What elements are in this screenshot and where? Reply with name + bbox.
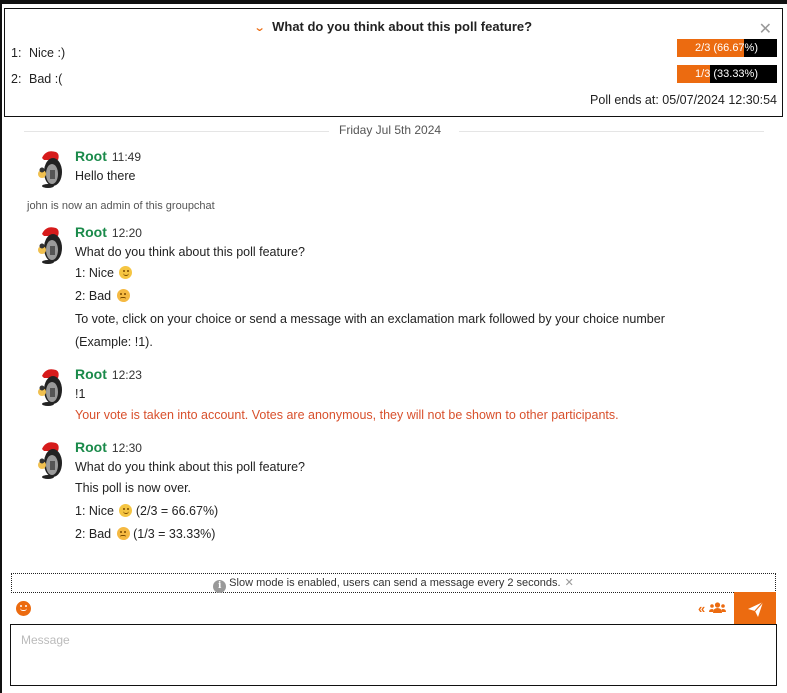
close-icon[interactable]: ✕: [759, 19, 772, 39]
poll-option-result: (2/3 = 66.67%): [135, 504, 219, 518]
poll-option-result: (1/3 = 33.33%): [133, 527, 216, 541]
message-text: 2: Bad (1/3 = 33.33%): [75, 523, 736, 546]
message-time: 12:30: [111, 441, 142, 455]
users-icon[interactable]: [708, 602, 726, 614]
chevron-down-icon[interactable]: ⌄: [254, 21, 266, 34]
message-text: 1: Nice (2/3 = 66.67%): [75, 500, 736, 523]
send-button[interactable]: [734, 592, 776, 624]
divider-line: [459, 131, 764, 132]
message-text: !1: [75, 387, 86, 401]
avatar[interactable]: [36, 148, 66, 188]
message-text: Hello there: [75, 169, 136, 183]
message-text: What do you think about this poll featur…: [75, 460, 306, 474]
message-author[interactable]: Root: [75, 224, 107, 240]
double-chevron-left-icon[interactable]: «: [698, 601, 705, 616]
poll-option-text: 1: Nice: [75, 266, 114, 280]
poll-result-label: 2/3 (66.67%): [695, 42, 758, 54]
close-icon[interactable]: ✕: [565, 577, 574, 589]
avatar[interactable]: [36, 224, 66, 264]
message-text: (Example: !1).: [75, 335, 153, 349]
message-text: What do you think about this poll featur…: [75, 245, 306, 259]
poll-header[interactable]: ⌄ What do you think about this poll featu…: [5, 19, 782, 34]
toolbar-icons: «: [698, 601, 726, 616]
window-top-border: [0, 0, 787, 4]
poll-option-text: 1: Nice: [75, 504, 114, 518]
poll-choice-label: Bad :(: [29, 72, 63, 86]
message-time: 11:49: [111, 150, 142, 164]
slightly-smiling-face-icon: [119, 504, 133, 517]
paper-plane-icon: [748, 601, 764, 617]
poll-end-time: Poll ends at: 05/07/2024 12:30:54: [590, 93, 777, 107]
vote-confirmation: Your vote is taken into account. Votes a…: [75, 408, 619, 422]
disappointed-face-icon: [116, 527, 130, 540]
poll-option-text: 2: Bad: [75, 527, 112, 541]
poll-option-text: 2: Bad: [75, 289, 112, 303]
message-author[interactable]: Root: [75, 439, 107, 455]
message-text: 1: Nice: [75, 262, 736, 285]
system-message: john is now an admin of this groupchat: [27, 200, 215, 212]
info-icon: i: [213, 580, 227, 593]
slow-mode-text: Slow mode is enabled, users can send a m…: [229, 577, 561, 589]
avatar[interactable]: [36, 366, 66, 406]
slow-mode-banner: i Slow mode is enabled, users can send a …: [11, 573, 776, 593]
message-text: 2: Bad: [75, 285, 736, 308]
poll-choice-label: Nice :): [29, 46, 66, 60]
avatar[interactable]: [36, 439, 66, 479]
disappointed-face-icon: [116, 289, 130, 302]
poll-result-label: 1/3 (33.33%): [695, 68, 758, 80]
message-author[interactable]: Root: [75, 148, 107, 164]
slightly-smiling-face-icon: [119, 266, 133, 279]
date-divider: Friday Jul 5th 2024: [24, 123, 764, 139]
message-text: This poll is now over.: [75, 481, 192, 495]
date-label: Friday Jul 5th 2024: [339, 123, 442, 137]
message-time: 12:23: [111, 368, 142, 382]
poll-title: What do you think about this poll featur…: [272, 19, 533, 34]
poll-result-bar-1: 2/3 (66.67%): [677, 39, 777, 57]
divider-line: [24, 131, 329, 132]
poll-choice-1[interactable]: 1: Nice :): [11, 46, 65, 60]
poll-choice-number: 1:: [11, 46, 22, 60]
poll-result-bar-2: 1/3 (33.33%): [677, 65, 777, 83]
message-time: 12:20: [111, 226, 142, 240]
window-left-border: [0, 0, 2, 693]
emoji-picker-button[interactable]: [16, 601, 31, 616]
poll-choice-number: 2:: [11, 72, 22, 86]
message-author[interactable]: Root: [75, 366, 107, 382]
message-input[interactable]: [10, 624, 777, 686]
message-text: To vote, click on your choice or send a …: [75, 312, 665, 326]
poll-panel: ⌄ What do you think about this poll featu…: [4, 8, 783, 117]
poll-choice-2[interactable]: 2: Bad :(: [11, 72, 62, 86]
